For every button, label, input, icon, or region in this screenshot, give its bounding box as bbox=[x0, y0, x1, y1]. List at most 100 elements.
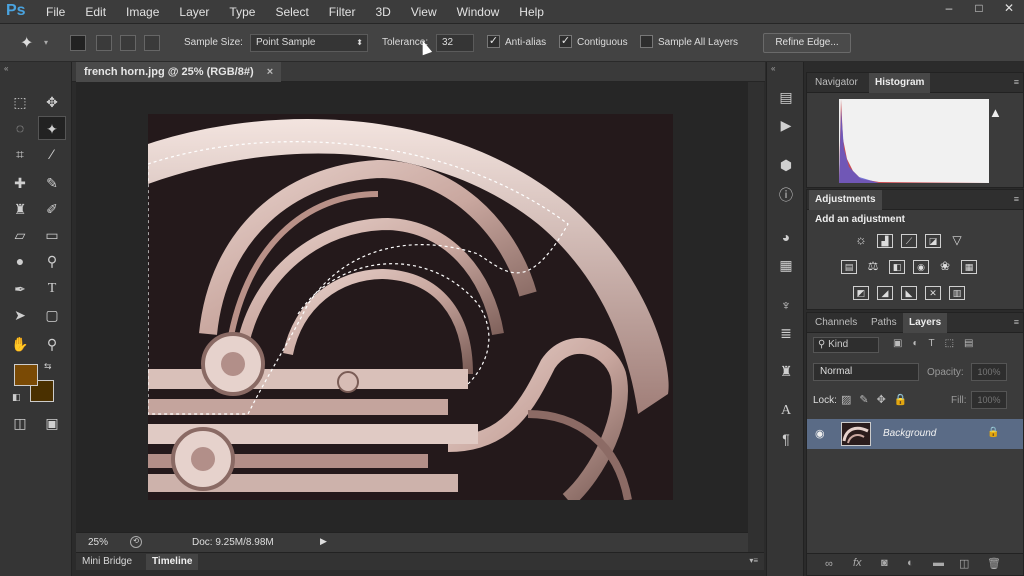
pen-tool-icon[interactable]: ✒ bbox=[6, 277, 34, 301]
brush-icon[interactable]: ≣ bbox=[775, 322, 797, 344]
info-icon[interactable]: ⓘ bbox=[775, 184, 797, 206]
magic-wand-icon[interactable]: ✦ bbox=[20, 33, 33, 53]
menu-layer[interactable]: Layer bbox=[179, 5, 219, 19]
collapse-arrows-icon[interactable]: « bbox=[4, 64, 8, 73]
blend-mode-select[interactable]: Normal bbox=[813, 363, 919, 381]
close-window-button[interactable]: ✕ bbox=[994, 0, 1024, 18]
lasso-tool-icon[interactable]: ◌ bbox=[6, 116, 34, 140]
color-lookup-icon[interactable]: ▦ bbox=[961, 260, 977, 274]
layer-row-background[interactable]: ◉ Background 🔒 bbox=[807, 419, 1023, 449]
exposure-icon[interactable]: ◪ bbox=[925, 234, 941, 248]
history-brush-tool-icon[interactable]: ✐ bbox=[38, 197, 66, 221]
document-image[interactable] bbox=[148, 114, 673, 500]
histogram-menu-icon[interactable]: ≡ bbox=[1014, 77, 1019, 87]
sample-all-layers-checkbox[interactable] bbox=[640, 35, 653, 48]
tab-paths[interactable]: Paths bbox=[865, 313, 903, 333]
fill-input[interactable]: 100% bbox=[971, 391, 1007, 409]
tab-adjustments[interactable]: Adjustments bbox=[809, 190, 882, 210]
delete-layer-icon[interactable]: 🗑 bbox=[987, 557, 1001, 570]
menu-type[interactable]: Type bbox=[229, 5, 265, 19]
type-tool-icon[interactable]: T bbox=[38, 277, 66, 301]
sample-size-select[interactable]: Point Sample ⬍ bbox=[250, 34, 368, 52]
blur-tool-icon[interactable]: ● bbox=[6, 249, 34, 273]
screen-mode-icon[interactable]: ▣ bbox=[38, 411, 66, 435]
swatches-icon[interactable]: ▦ bbox=[775, 254, 797, 276]
vertical-scrollbar[interactable] bbox=[748, 82, 764, 552]
anti-alias-checkbox[interactable]: ✓ bbox=[487, 35, 500, 48]
menu-edit[interactable]: Edit bbox=[85, 5, 116, 19]
zoom-level[interactable]: 25% bbox=[88, 537, 108, 548]
minimize-button[interactable]: – bbox=[934, 0, 964, 18]
add-to-selection-icon[interactable] bbox=[96, 35, 112, 51]
menu-help[interactable]: Help bbox=[519, 5, 554, 19]
layer-filter-select[interactable]: ⚲ Kind bbox=[813, 337, 879, 353]
curves-icon[interactable]: ⟋ bbox=[901, 234, 917, 248]
photo-filter-icon[interactable]: ◉ bbox=[913, 260, 929, 274]
history-icon[interactable]: ▤ bbox=[775, 86, 797, 108]
crop-tool-icon[interactable]: ⌗ bbox=[6, 142, 34, 166]
expand-arrows-icon[interactable]: « bbox=[771, 64, 775, 73]
clone-stamp-tool-icon[interactable]: ♜ bbox=[6, 197, 34, 221]
threshold-icon[interactable]: ◣ bbox=[901, 286, 917, 300]
menu-select[interactable]: Select bbox=[275, 5, 318, 19]
layer-style-icon[interactable]: fx bbox=[853, 557, 862, 569]
path-selection-tool-icon[interactable]: ➤ bbox=[6, 303, 34, 327]
hand-tool-icon[interactable]: ✋ bbox=[6, 332, 34, 356]
contiguous-checkbox[interactable]: ✓ bbox=[559, 35, 572, 48]
actions-play-icon[interactable]: ▶ bbox=[775, 114, 797, 136]
quick-mask-icon[interactable]: ◫ bbox=[6, 411, 34, 435]
healing-brush-tool-icon[interactable]: ✚ bbox=[6, 171, 34, 195]
menu-view[interactable]: View bbox=[411, 5, 447, 19]
marquee-tool-icon[interactable]: ⬚ bbox=[6, 90, 34, 114]
brightness-contrast-icon[interactable]: ☼ bbox=[853, 233, 869, 248]
brush-tool-icon[interactable]: ✎ bbox=[38, 171, 66, 195]
gradient-tool-icon[interactable]: ▭ bbox=[38, 223, 66, 247]
share-icon[interactable]: ⟲ bbox=[130, 536, 142, 548]
warning-icon[interactable]: ▲ bbox=[989, 105, 1002, 120]
vibrance-icon[interactable]: ▽ bbox=[949, 234, 965, 248]
posterize-icon[interactable]: ◢ bbox=[877, 286, 893, 300]
canvas-area[interactable] bbox=[76, 82, 748, 532]
lock-icons[interactable]: ▨✎✥🔒 bbox=[841, 393, 916, 406]
layer-mask-icon[interactable]: ◙ bbox=[881, 557, 888, 569]
default-colors-icon[interactable]: ◧ bbox=[12, 392, 21, 403]
invert-icon[interactable]: ◩ bbox=[853, 286, 869, 300]
selective-color-icon[interactable]: ✕ bbox=[925, 286, 941, 300]
paragraph-icon[interactable]: ¶ bbox=[775, 428, 797, 450]
eraser-tool-icon[interactable]: ▱ bbox=[6, 223, 34, 247]
swap-colors-icon[interactable]: ⇆ bbox=[44, 361, 52, 372]
character-icon[interactable]: A bbox=[775, 400, 797, 422]
foreground-color-swatch[interactable] bbox=[14, 364, 38, 386]
tab-navigator[interactable]: Navigator bbox=[809, 73, 864, 93]
refine-edge-button[interactable]: Refine Edge... bbox=[763, 33, 851, 53]
tab-timeline[interactable]: Timeline bbox=[146, 554, 199, 570]
document-tab[interactable]: french horn.jpg @ 25% (RGB/8#) × bbox=[76, 62, 282, 82]
new-layer-icon[interactable]: ◫ bbox=[959, 557, 969, 570]
black-white-icon[interactable]: ◧ bbox=[889, 260, 905, 274]
adjustments-menu-icon[interactable]: ≡ bbox=[1014, 194, 1019, 204]
link-layers-icon[interactable]: ∞ bbox=[825, 558, 833, 570]
shape-tool-icon[interactable]: ▢ bbox=[38, 303, 66, 327]
color-balance-icon[interactable]: ⚖ bbox=[865, 260, 881, 274]
3d-icon[interactable]: ⬢ bbox=[775, 154, 797, 176]
levels-icon[interactable]: ▟ bbox=[877, 234, 893, 248]
menu-file[interactable]: File bbox=[46, 5, 75, 19]
tab-layers[interactable]: Layers bbox=[903, 313, 948, 333]
channel-mixer-icon[interactable]: ❀ bbox=[937, 260, 953, 274]
menu-image[interactable]: Image bbox=[126, 5, 169, 19]
panel-menu-icon[interactable]: ▾≡ bbox=[749, 556, 758, 565]
gradient-map-icon[interactable]: ▥ bbox=[949, 286, 965, 300]
close-document-button[interactable]: × bbox=[267, 66, 273, 78]
opacity-input[interactable]: 100% bbox=[971, 363, 1007, 381]
menu-3d[interactable]: 3D bbox=[375, 5, 400, 19]
maximize-button[interactable]: □ bbox=[964, 0, 994, 18]
move-tool-icon[interactable]: ✥ bbox=[38, 90, 66, 114]
new-group-icon[interactable]: ▬ bbox=[933, 557, 944, 569]
dodge-tool-icon[interactable]: ⚲ bbox=[38, 249, 66, 273]
menu-window[interactable]: Window bbox=[457, 5, 510, 19]
adjustment-layer-icon[interactable]: ◐ bbox=[907, 557, 914, 569]
eyedropper-tool-icon[interactable]: ⁄ bbox=[38, 142, 66, 166]
tab-histogram[interactable]: Histogram bbox=[869, 73, 931, 93]
new-selection-icon[interactable] bbox=[70, 35, 86, 51]
tolerance-input[interactable]: 32 bbox=[436, 34, 474, 52]
